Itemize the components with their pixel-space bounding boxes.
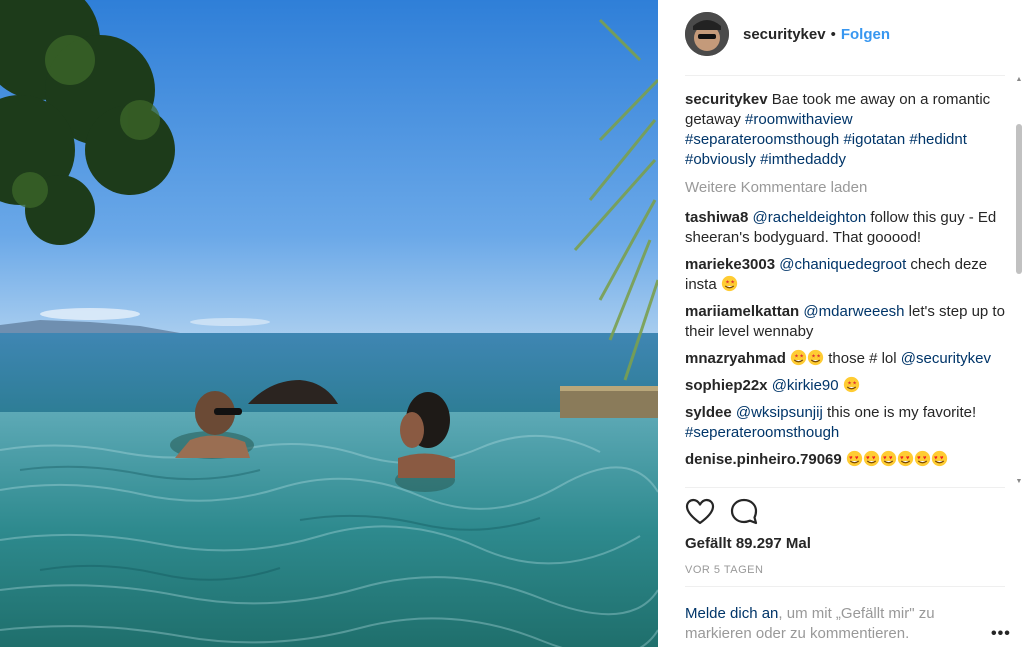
avatar-image <box>685 12 729 56</box>
login-link[interactable]: Melde dich an <box>685 605 778 622</box>
svg-text:♥: ♥ <box>855 455 859 461</box>
mention-link[interactable]: @mdarweeesh <box>803 303 904 320</box>
comment-username[interactable]: syldee <box>685 404 732 421</box>
comment-item: tashiwa8 @racheldeighton follow this guy… <box>685 208 1005 248</box>
svg-text:★: ★ <box>811 354 816 360</box>
action-bar <box>685 497 773 527</box>
comments-list[interactable]: securitykev Bae took me away on a romant… <box>685 90 1005 486</box>
likes-count[interactable]: Gefällt 89.297 Mal <box>685 535 811 552</box>
starstruck-emoji-icon: ★ ★ <box>790 349 807 366</box>
comment-item: marieke3003 @chaniquedegroot chech deze … <box>685 255 1005 295</box>
starstruck-emoji-icon: ★ ★ <box>721 275 738 292</box>
load-more-comments-button[interactable]: Weitere Kommentare laden <box>685 178 1005 198</box>
svg-text:♥: ♥ <box>917 455 921 461</box>
mention-link[interactable]: @wksipsunjij <box>736 404 823 421</box>
mention-link[interactable]: @kirkie90 <box>772 377 839 394</box>
post-header: securitykev • Folgen <box>685 10 890 58</box>
scroll-down-arrow-icon[interactable]: ▼ <box>1015 478 1023 486</box>
svg-text:★: ★ <box>799 354 804 360</box>
hashtag-link[interactable]: #seperateroomsthough <box>685 424 839 441</box>
heart-eyes-emoji-row: ♥ ♥ ♥ ♥ ♥ ♥ ♥ ♥ ♥ ♥ ♥ ♥ <box>846 450 948 468</box>
comment-item: syldee @wksipsunjij this one is my favor… <box>685 403 1005 443</box>
svg-text:♥: ♥ <box>940 455 944 461</box>
scrollbar-thumb[interactable] <box>1016 124 1022 274</box>
svg-text:★: ★ <box>816 354 821 360</box>
login-prompt: Melde dich an, um mit „Gefällt mir" zu m… <box>685 604 985 644</box>
divider <box>685 75 1005 76</box>
svg-text:★: ★ <box>725 280 730 286</box>
svg-text:♥: ♥ <box>889 455 893 461</box>
hashtag-link[interactable]: #igotatan <box>843 131 905 148</box>
caption: securitykev Bae took me away on a romant… <box>685 90 1005 170</box>
more-options-icon[interactable]: ••• <box>991 625 1011 643</box>
username-link[interactable]: securitykev <box>743 26 826 43</box>
separator-dot: • <box>830 25 836 43</box>
comment-text: those # lol <box>824 350 897 367</box>
scroll-up-arrow-icon[interactable]: ▲ <box>1015 76 1023 84</box>
hashtag-link[interactable]: #obviously <box>685 151 756 168</box>
divider <box>685 487 1005 488</box>
comment-username[interactable]: mariiamelkattan <box>685 303 799 320</box>
comment-username[interactable]: denise.pinheiro.79069 <box>685 451 842 468</box>
mention-link[interactable]: @chaniquedegroot <box>779 256 906 273</box>
instagram-post: securitykev • Folgen securitykev Bae too… <box>0 0 1024 647</box>
starstruck-emoji-icon: ★ ★ <box>843 376 859 393</box>
mention-link[interactable]: @securitykev <box>901 350 991 367</box>
comment-item: sophiep22x @kirkie90 ★ ★ <box>685 376 1005 396</box>
starstruck-emoji-icon: ★ ★ <box>807 349 824 366</box>
heart-eyes-emoji-icon: ♥ ♥ <box>863 450 880 467</box>
comment-item: mnazryahmad ★ ★ ★ ★ those # lol @securityke… <box>685 349 1005 369</box>
heart-eyes-emoji-icon: ♥ ♥ <box>897 450 914 467</box>
hashtag-link[interactable]: #roomwithaview <box>745 111 853 128</box>
heart-eyes-emoji-icon: ♥ ♥ <box>931 450 948 467</box>
svg-text:♥: ♥ <box>849 455 853 461</box>
post-timestamp[interactable]: VOR 5 TAGEN <box>685 564 763 576</box>
post-photo[interactable] <box>0 0 658 647</box>
mention-link[interactable]: @racheldeighton <box>753 209 867 226</box>
comment-bubble-icon[interactable] <box>729 497 759 527</box>
heart-eyes-emoji-icon: ♥ ♥ <box>914 450 931 467</box>
hashtag-link[interactable]: #hedidnt <box>909 131 967 148</box>
svg-text:♥: ♥ <box>900 455 904 461</box>
heart-eyes-emoji-icon: ♥ ♥ <box>846 450 863 467</box>
svg-text:♥: ♥ <box>906 455 910 461</box>
comment-username[interactable]: marieke3003 <box>685 256 775 273</box>
heart-eyes-emoji-icon: ♥ ♥ <box>880 450 897 467</box>
svg-text:♥: ♥ <box>866 455 870 461</box>
comment-text: this one is my favorite! <box>822 404 977 421</box>
svg-text:♥: ♥ <box>883 455 887 461</box>
svg-text:♥: ♥ <box>872 455 876 461</box>
follow-button[interactable]: Folgen <box>841 26 890 43</box>
comments-scrollbar[interactable]: ▲ ▼ <box>1015 76 1023 488</box>
comment-username[interactable]: tashiwa8 <box>685 209 748 226</box>
comment-item: mariiamelkattan @mdarweeesh let's step u… <box>685 302 1005 342</box>
svg-text:★: ★ <box>847 381 852 387</box>
post-sidebar: securitykev • Folgen securitykev Bae too… <box>658 0 1024 647</box>
comment-username[interactable]: mnazryahmad <box>685 350 786 367</box>
comment-item: denise.pinheiro.79069 ♥ ♥ ♥ ♥ ♥ ♥ ♥ ♥ ♥ ♥ ♥ ♥ <box>685 450 1005 470</box>
avatar[interactable] <box>685 12 729 56</box>
heart-icon[interactable] <box>685 497 715 527</box>
svg-text:♥: ♥ <box>934 455 938 461</box>
svg-text:★: ★ <box>730 280 735 286</box>
hashtag-link[interactable]: #separateroomsthough <box>685 131 839 148</box>
svg-text:★: ★ <box>794 354 799 360</box>
svg-text:★: ★ <box>852 381 857 387</box>
pool-ocean-photo <box>0 0 658 647</box>
divider <box>685 586 1005 587</box>
hashtag-link[interactable]: #imthedaddy <box>760 151 846 168</box>
caption-username[interactable]: securitykev <box>685 91 768 108</box>
svg-text:♥: ♥ <box>923 455 927 461</box>
comment-username[interactable]: sophiep22x <box>685 377 768 394</box>
